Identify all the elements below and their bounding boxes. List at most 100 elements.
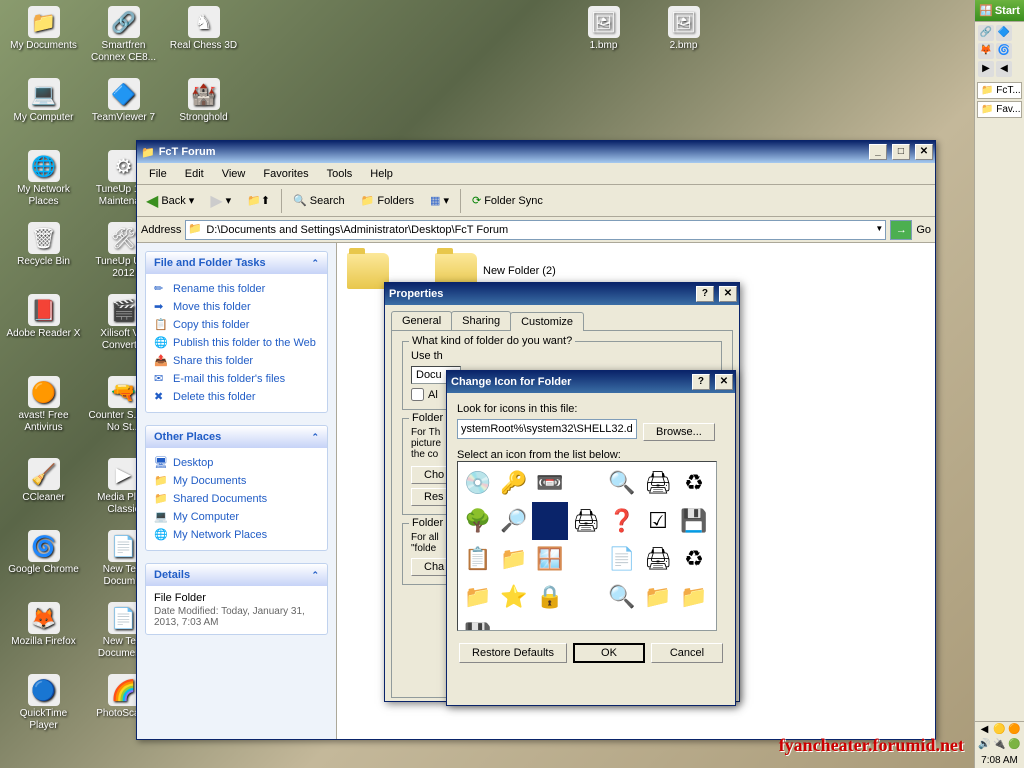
address-input[interactable] xyxy=(185,220,886,240)
folder-sync-button[interactable]: ⟳Folder Sync xyxy=(467,192,548,209)
icon-cell[interactable]: ❓ xyxy=(604,502,640,540)
taskbar-task[interactable]: 📁 Fav... xyxy=(977,101,1022,118)
task-link[interactable]: 📋Copy this folder xyxy=(154,316,319,334)
folders-button[interactable]: 📁Folders xyxy=(356,192,419,209)
desktop-icon[interactable]: 🏰Stronghold xyxy=(166,78,241,124)
forward-button[interactable]: ▶▾ xyxy=(205,189,236,213)
task-link[interactable]: ➡Move this folder xyxy=(154,298,319,316)
icon-cell[interactable] xyxy=(568,578,604,616)
icon-cell[interactable]: 💾 xyxy=(676,502,712,540)
desktop-icon[interactable]: 🖼1.bmp xyxy=(566,6,641,52)
browse-button[interactable]: Browse... xyxy=(643,423,715,441)
place-link[interactable]: 💻My Computer xyxy=(154,508,319,526)
place-link[interactable]: 📁My Documents xyxy=(154,472,319,490)
tab-general[interactable]: General xyxy=(391,311,452,330)
close-button[interactable]: ✕ xyxy=(719,286,737,302)
tab-sharing[interactable]: Sharing xyxy=(451,311,511,330)
go-button[interactable]: → xyxy=(890,220,912,240)
icon-cell[interactable] xyxy=(568,540,604,578)
desktop-icon[interactable]: 🟠avast! Free Antivirus xyxy=(6,376,81,434)
desktop-icon[interactable]: 🖼2.bmp xyxy=(646,6,721,52)
icon-cell[interactable]: 🖨 xyxy=(640,464,676,502)
desktop-icon[interactable]: ♞Real Chess 3D xyxy=(166,6,241,52)
task-link[interactable]: 📤Share this folder xyxy=(154,352,319,370)
desktop-icon[interactable]: 💻My Computer xyxy=(6,78,81,124)
icon-grid[interactable]: 💿🔑📼🔍🖨♻🌳🔎🖨❓☑💾📋📁🪟📄🖨♻📁⭐🔒🔍📁📁💾 xyxy=(457,461,717,631)
icon-cell[interactable]: ☑ xyxy=(640,502,676,540)
icon-cell[interactable]: 🌳 xyxy=(460,502,496,540)
icon-cell[interactable]: 🔒 xyxy=(532,578,568,616)
restore-defaults-button[interactable]: Restore Defaults xyxy=(459,643,567,663)
icon-cell[interactable]: ♻ xyxy=(676,464,712,502)
icon-cell[interactable]: 🖨 xyxy=(640,540,676,578)
icon-cell[interactable]: 📁 xyxy=(676,578,712,616)
tasks-header[interactable]: File and Folder Tasks⌃ xyxy=(146,252,327,274)
menu-favorites[interactable]: Favorites xyxy=(255,166,316,182)
menu-edit[interactable]: Edit xyxy=(177,166,212,182)
desktop-icon[interactable]: 🧹CCleaner xyxy=(6,458,81,504)
desktop-icon[interactable]: 📕Adobe Reader X xyxy=(6,294,81,340)
back-button[interactable]: ◀Back ▾ xyxy=(141,189,199,213)
start-button[interactable]: 🪟Start xyxy=(975,0,1024,22)
help-button[interactable]: ? xyxy=(692,374,710,390)
task-link[interactable]: ✖Delete this folder xyxy=(154,388,319,406)
address-bar: Address 📁 ▼ → Go xyxy=(137,217,935,243)
details-header[interactable]: Details⌃ xyxy=(146,564,327,586)
icon-cell[interactable]: 🪟 xyxy=(532,540,568,578)
desktop-icon[interactable]: 🔵QuickTime Player xyxy=(6,674,81,732)
place-link[interactable]: 📁Shared Documents xyxy=(154,490,319,508)
desktop-icon[interactable]: 🔷TeamViewer 7 xyxy=(86,78,161,124)
help-button[interactable]: ? xyxy=(696,286,714,302)
icon-file-input[interactable] xyxy=(457,419,637,439)
quicklaunch[interactable]: 🔗🔷🦊🌀▶◀ xyxy=(975,22,1024,80)
icon-cell[interactable]: 🖨 xyxy=(568,502,604,540)
icon-cell[interactable]: 💿 xyxy=(460,464,496,502)
close-button[interactable]: ✕ xyxy=(915,144,933,160)
icon-cell[interactable]: 🔍 xyxy=(604,578,640,616)
icon-cell[interactable]: 🔑 xyxy=(496,464,532,502)
desktop-icon[interactable]: 🔗Smartfren Connex CE8... xyxy=(86,6,161,64)
desktop-icon[interactable]: 🌐My Network Places xyxy=(6,150,81,208)
up-button[interactable]: 📁⬆ xyxy=(242,192,275,209)
taskbar-task[interactable]: 📁 FcT... xyxy=(977,82,1022,99)
icon-cell[interactable]: 📁 xyxy=(460,578,496,616)
icon-cell[interactable]: 📼 xyxy=(532,464,568,502)
task-link[interactable]: ✏Rename this folder xyxy=(154,280,319,298)
icon-cell[interactable] xyxy=(532,502,568,540)
icon-cell[interactable]: 💾 xyxy=(460,616,496,631)
explorer-titlebar[interactable]: 📁 FcT Forum _ □ ✕ xyxy=(137,141,935,163)
icon-cell[interactable]: 🔎 xyxy=(496,502,532,540)
ok-button[interactable]: OK xyxy=(573,643,645,663)
close-button[interactable]: ✕ xyxy=(715,374,733,390)
icon-cell[interactable]: ⭐ xyxy=(496,578,532,616)
change-icon-titlebar[interactable]: Change Icon for Folder ? ✕ xyxy=(447,371,735,393)
place-link[interactable]: 🖥Desktop xyxy=(154,454,319,472)
icon-cell[interactable]: 📁 xyxy=(640,578,676,616)
views-button[interactable]: ▦▾ xyxy=(425,192,454,209)
desktop-icon[interactable]: 🦊Mozilla Firefox xyxy=(6,602,81,648)
minimize-button[interactable]: _ xyxy=(869,144,887,160)
task-link[interactable]: 🌐Publish this folder to the Web xyxy=(154,334,319,352)
icon-cell[interactable]: 🔍 xyxy=(604,464,640,502)
cancel-button[interactable]: Cancel xyxy=(651,643,723,663)
system-tray[interactable]: ◀🟡🟠🔊🔌🟢 7:08 AM xyxy=(975,721,1024,768)
icon-cell[interactable]: 📁 xyxy=(496,540,532,578)
menu-tools[interactable]: Tools xyxy=(319,166,361,182)
places-header[interactable]: Other Places⌃ xyxy=(146,426,327,448)
desktop-icon[interactable]: 📁My Documents xyxy=(6,6,81,52)
menu-view[interactable]: View xyxy=(214,166,254,182)
menu-help[interactable]: Help xyxy=(362,166,401,182)
place-link[interactable]: 🌐My Network Places xyxy=(154,526,319,544)
maximize-button[interactable]: □ xyxy=(892,144,910,160)
icon-cell[interactable]: 📋 xyxy=(460,540,496,578)
search-button[interactable]: 🔍Search xyxy=(288,192,350,209)
icon-cell[interactable] xyxy=(568,464,604,502)
icon-cell[interactable]: 📄 xyxy=(604,540,640,578)
tab-customize[interactable]: Customize xyxy=(510,312,584,331)
menu-file[interactable]: File xyxy=(141,166,175,182)
desktop-icon[interactable]: 🌀Google Chrome xyxy=(6,530,81,576)
task-link[interactable]: ✉E-mail this folder's files xyxy=(154,370,319,388)
properties-titlebar[interactable]: Properties ? ✕ xyxy=(385,283,739,305)
icon-cell[interactable]: ♻ xyxy=(676,540,712,578)
desktop-icon[interactable]: 🗑Recycle Bin xyxy=(6,222,81,268)
